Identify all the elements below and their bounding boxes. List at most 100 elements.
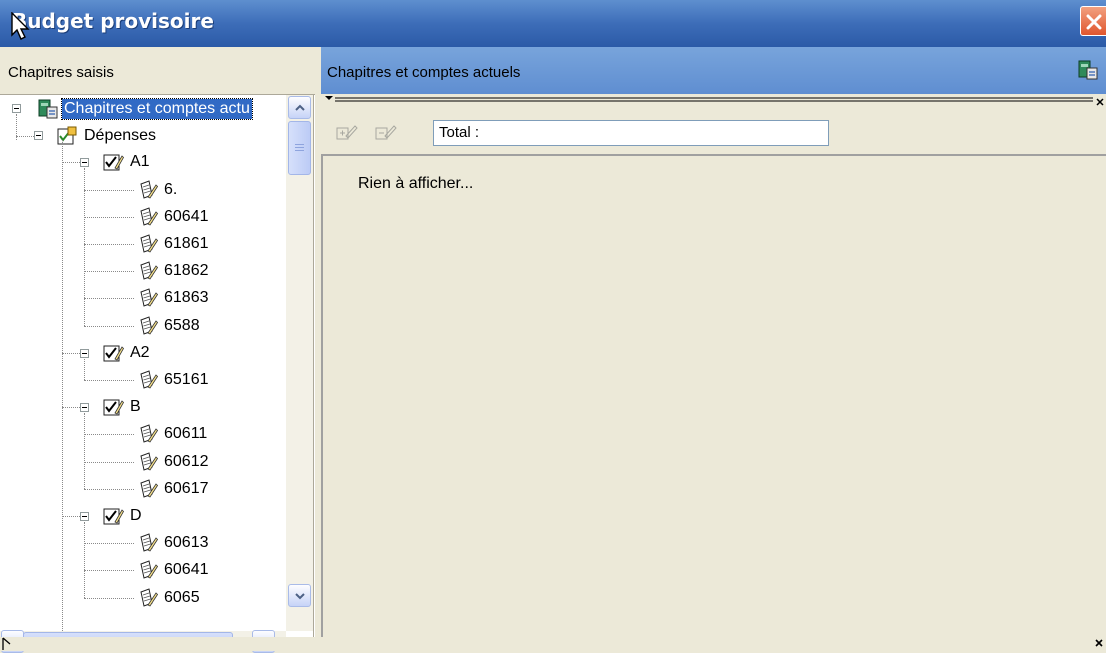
edit-document-icon [140, 424, 158, 443]
tree-viewport: Chapitres et comptes actu Dépenses A1 6. 6… [0, 95, 286, 631]
tree-expander[interactable] [12, 104, 21, 113]
edit-document-icon [140, 452, 158, 471]
toolbar: Total : [321, 110, 1106, 154]
tree-guide-line [84, 462, 134, 463]
tree-label-account: 61863 [164, 289, 209, 306]
close-icon [1086, 14, 1102, 30]
tree-label-account: 60641 [164, 208, 209, 225]
edit-document-icon [140, 180, 158, 199]
tree-label-account: 60612 [164, 453, 209, 470]
tree-node-account[interactable]: 61861 [136, 231, 211, 257]
tree-guide-line [62, 353, 80, 354]
tree-label-account: 6065 [164, 589, 200, 606]
right-panel-title: Chapitres et comptes actuels [327, 64, 521, 81]
tree-expander[interactable] [80, 512, 89, 521]
edit-document-icon [140, 207, 158, 226]
edit-document-icon [140, 479, 158, 498]
tree-label-chapter: A1 [130, 153, 150, 170]
mouse-cursor-icon [11, 12, 30, 40]
chapter-tree[interactable]: Chapitres et comptes actu Dépenses A1 6. 6… [0, 95, 314, 653]
tree-node-chapter[interactable]: A1 [102, 149, 152, 175]
tree-guide-line [84, 271, 134, 272]
tree-label-root: Chapitres et comptes actu [61, 98, 253, 120]
empty-message: Rien à afficher... [358, 175, 474, 192]
tree-guide-line [84, 434, 134, 435]
expand-all-icon[interactable] [335, 122, 359, 144]
vertical-scrollbar[interactable] [286, 95, 313, 631]
tree-node-account[interactable]: 6588 [136, 313, 202, 339]
tree-node-root[interactable]: Chapitres et comptes actu [36, 96, 253, 122]
tree-guide-line [84, 168, 85, 326]
scroll-down-button[interactable] [288, 584, 311, 607]
tree-node-account[interactable]: 6065 [136, 585, 202, 611]
edit-document-icon [140, 370, 158, 389]
tree-guide-line [84, 413, 85, 489]
tree-label-chapter: B [130, 398, 141, 415]
tree-node-account[interactable]: 60611 [136, 421, 209, 447]
chapter-checklist-icon [103, 508, 124, 525]
tree-guide-line [84, 217, 134, 218]
tree-label-account: 6588 [164, 317, 200, 334]
tree-guide-line [84, 190, 134, 191]
tree-label-account: 61862 [164, 262, 209, 279]
tree-guide-line [84, 489, 134, 490]
tree-guide-line [62, 162, 80, 163]
tree-guide-line [84, 326, 134, 327]
tree-guide-line [84, 598, 134, 599]
tree-label-account: 61861 [164, 235, 209, 252]
chevron-up-icon [295, 104, 305, 111]
tree-guide-line [62, 140, 63, 631]
collapse-all-icon[interactable] [374, 122, 398, 144]
tree-guide-line [84, 543, 134, 544]
tree-guide-line [84, 359, 85, 380]
tree-label-expenses: Dépenses [84, 127, 157, 144]
tree-label-account: 65161 [164, 371, 209, 388]
right-panel-header: Chapitres et comptes actuels [321, 47, 1106, 94]
tree-label-account: 60613 [164, 534, 209, 551]
left-panel-header: Chapitres saisis [0, 47, 315, 95]
scroll-up-button[interactable] [288, 96, 311, 119]
tree-expander[interactable] [80, 349, 89, 358]
tree-label-account: 60611 [164, 425, 208, 442]
total-field: Total : [433, 120, 829, 146]
tree-expander[interactable] [34, 131, 43, 140]
tree-expander[interactable] [80, 403, 89, 412]
chevron-down-icon [295, 593, 305, 600]
left-panel-title: Chapitres saisis [8, 64, 114, 81]
tree-expander[interactable] [80, 158, 89, 167]
tree-label-chapter: A2 [130, 344, 150, 361]
tree-node-account[interactable]: 65161 [136, 367, 211, 393]
edit-document-icon [140, 316, 158, 335]
tree-node-account[interactable]: 60641 [136, 557, 211, 583]
tree-node-account[interactable]: 61862 [136, 258, 211, 284]
scroll-thumb[interactable] [288, 121, 311, 175]
tree-node-chapter[interactable]: B [102, 394, 143, 420]
tree-node-account[interactable]: 60613 [136, 530, 211, 556]
tree-guide-line [16, 136, 34, 137]
tree-node-account[interactable]: 6. [136, 177, 179, 203]
status-bar [0, 637, 1106, 651]
tree-label-account: 60641 [164, 561, 209, 578]
tree-node-account[interactable]: 60641 [136, 204, 211, 230]
tree-guide-line [62, 516, 80, 517]
tree-guide-line [84, 380, 134, 381]
details-area: Rien à afficher... [321, 154, 1106, 637]
close-button[interactable] [1080, 6, 1106, 36]
tree-node-chapter[interactable]: D [102, 503, 144, 529]
chapter-checklist-icon [103, 399, 124, 416]
edit-document-icon [140, 234, 158, 253]
edit-document-icon [140, 261, 158, 280]
right-panel: Chapitres et comptes actuels Total : Rie… [321, 47, 1106, 637]
tree-node-account[interactable]: 60617 [136, 476, 211, 502]
collapsible-divider[interactable] [321, 94, 1106, 110]
tree-node-expenses[interactable]: Dépenses [56, 123, 158, 149]
tree-guide-line [84, 522, 85, 598]
tree-guide-line [62, 407, 80, 408]
tree-node-chapter[interactable]: A2 [102, 340, 152, 366]
tree-node-account[interactable]: 60612 [136, 449, 211, 475]
budget-book-icon [38, 99, 58, 119]
tree-node-account[interactable]: 61863 [136, 285, 211, 311]
window-title: Budget provisoire [12, 9, 214, 33]
tree-label-chapter: D [130, 507, 142, 524]
budget-book-icon [1078, 60, 1098, 80]
